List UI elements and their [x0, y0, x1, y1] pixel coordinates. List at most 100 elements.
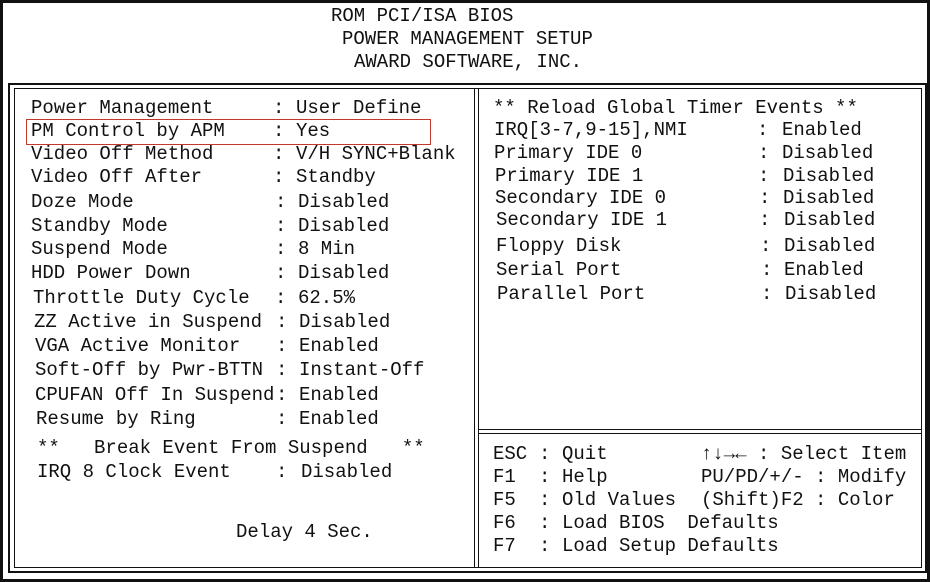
key-action: Select Item	[780, 443, 907, 465]
key-action: Load BIOS Defaults	[562, 512, 779, 534]
colon: :	[757, 119, 769, 141]
colon: :	[275, 191, 287, 213]
key-action: Modify	[837, 466, 907, 488]
colon: :	[273, 120, 285, 142]
colon: :	[276, 461, 288, 483]
colon: :	[759, 187, 771, 209]
colon: :	[815, 466, 838, 488]
reload-item-label[interactable]: Parallel Port	[497, 283, 645, 305]
colon: :	[276, 408, 288, 430]
setting-value[interactable]: Enabled	[299, 335, 379, 357]
colon: :	[276, 384, 288, 406]
setting-label[interactable]: Video Off After	[31, 166, 202, 188]
setting-value[interactable]: Disabled	[298, 215, 389, 237]
colon: :	[539, 466, 551, 488]
colon: :	[758, 142, 770, 164]
key-hint: ↑↓→← : Select Item	[701, 443, 906, 465]
colon: :	[273, 166, 285, 188]
key-hint: PU/PD/+/- : Modify	[701, 466, 906, 488]
reload-item-value[interactable]: Enabled	[784, 259, 864, 281]
key-name: F6	[493, 512, 516, 534]
colon: :	[275, 262, 287, 284]
colon: :	[760, 235, 772, 257]
colon: :	[759, 209, 771, 231]
setting-value[interactable]: Disabled	[298, 262, 389, 284]
colon: :	[758, 165, 770, 187]
setting-value[interactable]: 8 Min	[298, 238, 355, 260]
setting-label[interactable]: Soft-Off by Pwr-BTTN	[35, 359, 263, 381]
help-divider	[478, 429, 922, 434]
key-action: Load Setup Defaults	[562, 535, 779, 557]
setting-value[interactable]: 62.5%	[298, 287, 355, 309]
colon: :	[761, 283, 773, 305]
delay-text: Delay 4 Sec.	[236, 521, 373, 543]
setting-label[interactable]: Resume by Ring	[36, 408, 196, 430]
key-name: F7	[493, 535, 516, 557]
reload-item-label[interactable]: Secondary IDE 1	[496, 209, 667, 231]
colon: :	[815, 489, 838, 511]
reload-item-label[interactable]: Primary IDE 0	[494, 142, 642, 164]
colon: :	[758, 443, 781, 465]
reload-item-value[interactable]: Disabled	[782, 142, 873, 164]
reload-item-label[interactable]: IRQ[3-7,9-15],NMI	[494, 119, 688, 141]
colon: :	[276, 335, 288, 357]
setting-label[interactable]: Standby Mode	[31, 215, 168, 237]
bios-title: ROM PCI/ISA BIOS	[331, 5, 514, 27]
reload-item-value[interactable]: Enabled	[782, 119, 862, 141]
setting-label[interactable]: Suspend Mode	[31, 238, 168, 260]
setting-value[interactable]: Disabled	[301, 461, 392, 483]
colon: :	[275, 215, 287, 237]
setting-value[interactable]: Instant-Off	[299, 359, 424, 381]
setting-value[interactable]: Disabled	[298, 191, 389, 213]
reload-item-label[interactable]: Floppy Disk	[496, 235, 621, 257]
reload-item-value[interactable]: Disabled	[784, 235, 875, 257]
reload-item-label[interactable]: Primary IDE 1	[495, 165, 643, 187]
reload-item-label[interactable]: Serial Port	[496, 259, 621, 281]
setting-label[interactable]: Doze Mode	[31, 191, 134, 213]
key-action: Quit	[562, 443, 608, 465]
reload-item-label[interactable]: Secondary IDE 0	[495, 187, 666, 209]
setting-value[interactable]: Yes	[296, 120, 330, 142]
setting-label[interactable]: VGA Active Monitor	[35, 335, 240, 357]
key-name: ↑↓→←	[701, 443, 759, 465]
setting-value[interactable]: V/H SYNC+Blank	[296, 143, 456, 165]
column-divider	[474, 88, 479, 568]
setting-label[interactable]: Video Off Method	[31, 143, 213, 165]
reload-item-value[interactable]: Disabled	[784, 209, 875, 231]
key-action: Help	[562, 466, 608, 488]
key-name: (Shift)F2	[701, 489, 816, 511]
setting-label: IRQ 8 Clock Event	[37, 461, 231, 483]
colon: :	[539, 512, 551, 534]
setting-label[interactable]: Power Management	[31, 97, 213, 119]
key-name: PU/PD/+/-	[701, 466, 816, 488]
setting-row-irq8[interactable]: IRQ 8 Clock Event	[37, 461, 231, 483]
setting-value[interactable]: Standby	[296, 166, 376, 188]
page-title: POWER MANAGEMENT SETUP	[342, 28, 593, 50]
setting-label[interactable]: HDD Power Down	[31, 262, 191, 284]
colon: :	[273, 97, 285, 119]
colon: :	[539, 535, 551, 557]
colon: :	[275, 287, 287, 309]
setting-value[interactable]: Disabled	[299, 311, 390, 333]
setting-label[interactable]: CPUFAN Off In Suspend	[35, 384, 274, 406]
vendor-name: AWARD SOFTWARE, INC.	[354, 51, 583, 73]
reload-item-value[interactable]: Disabled	[785, 283, 876, 305]
break-event-title: ** Break Event From Suspend **	[37, 437, 425, 459]
key-name: F1	[493, 466, 516, 488]
colon: :	[273, 143, 285, 165]
key-action: Old Values	[562, 489, 677, 511]
setting-label[interactable]: Throttle Duty Cycle	[33, 287, 250, 309]
key-hint: (Shift)F2 : Color	[701, 489, 895, 511]
setting-value[interactable]: User Define	[296, 97, 421, 119]
colon: :	[275, 238, 287, 260]
setting-label[interactable]: PM Control by APM	[31, 120, 225, 142]
setting-label[interactable]: ZZ Active in Suspend	[34, 311, 262, 333]
setting-value[interactable]: Enabled	[299, 408, 379, 430]
setting-value[interactable]: Enabled	[299, 384, 379, 406]
key-name: F5	[493, 489, 516, 511]
reload-item-value[interactable]: Disabled	[783, 187, 874, 209]
colon: :	[276, 311, 288, 333]
reload-item-value[interactable]: Disabled	[783, 165, 874, 187]
colon: :	[539, 489, 551, 511]
colon: :	[539, 443, 551, 465]
